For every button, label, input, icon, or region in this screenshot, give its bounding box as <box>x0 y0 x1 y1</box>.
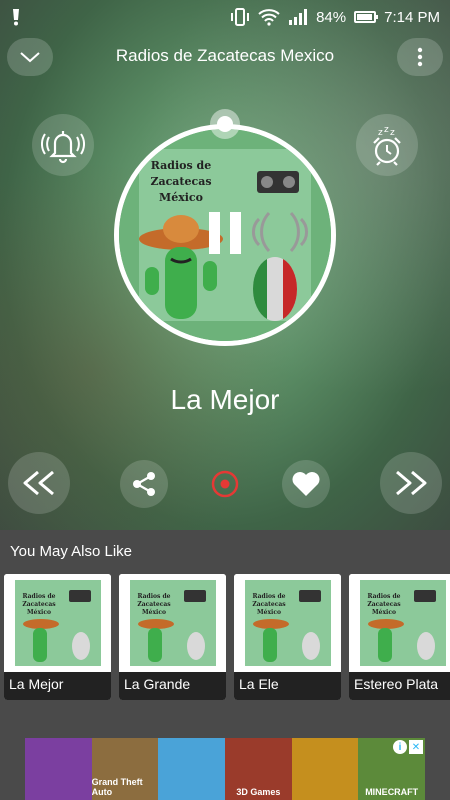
station-thumbnail: Radios de Zacatecas México <box>234 574 341 672</box>
wifi-icon <box>258 8 280 26</box>
svg-text:z: z <box>390 128 395 138</box>
previous-station-button[interactable] <box>8 452 70 514</box>
pause-bar-left <box>209 212 220 254</box>
record-icon <box>211 470 239 498</box>
station-card[interactable]: Radios de Zacatecas México Estereo Plata <box>349 574 450 700</box>
next-station-button[interactable] <box>380 452 442 514</box>
pause-bar-right <box>230 212 241 254</box>
chevron-down-icon <box>20 52 40 63</box>
record-button[interactable] <box>201 460 249 508</box>
ad-tile <box>291 738 359 800</box>
station-card[interactable]: Radios de Zacatecas México La Ele <box>234 574 341 700</box>
ad-tile: Grand Theft Auto <box>91 738 159 800</box>
station-card[interactable]: Radios de Zacatecas México La Mejor <box>4 574 111 700</box>
ad-area: Grand Theft Auto 3D Games MINECRAFT i ✕ <box>0 730 450 800</box>
svg-text:Radios de: Radios de <box>252 593 285 600</box>
svg-text:z: z <box>378 128 383 138</box>
notification-bell-button[interactable] <box>32 114 94 176</box>
station-thumbnail: Radios de Zacatecas México <box>119 574 226 672</box>
ad-info-icon[interactable]: i <box>393 740 407 754</box>
station-card-label: Estereo Plata <box>349 672 450 700</box>
bell-ring-icon <box>41 131 85 164</box>
recommendations-section: You May Also Like Radios de Zacatecas Méxi… <box>0 530 450 730</box>
svg-text:Radios de: Radios de <box>367 593 400 600</box>
battery-icon <box>354 11 379 23</box>
svg-text:Zacatecas: Zacatecas <box>252 601 286 608</box>
svg-text:Zacatecas: Zacatecas <box>137 601 171 608</box>
svg-text:México: México <box>257 609 281 616</box>
station-card[interactable]: Radios de Zacatecas México La Grande <box>119 574 226 700</box>
heart-icon <box>292 472 320 496</box>
svg-text:Radios de: Radios de <box>22 593 55 600</box>
svg-text:México: México <box>159 191 203 204</box>
collapse-button[interactable] <box>7 38 53 76</box>
station-thumbnail: Radios de Zacatecas México <box>349 574 450 672</box>
svg-text:México: México <box>27 609 51 616</box>
station-thumbnail: Radios de Zacatecas México <box>4 574 111 672</box>
station-card-label: La Grande <box>119 672 226 700</box>
sleep-timer-button[interactable]: z z z <box>356 114 418 176</box>
ad-close-icon[interactable]: ✕ <box>409 740 423 754</box>
favorite-button[interactable] <box>282 460 330 508</box>
svg-text:Zacatecas: Zacatecas <box>150 175 211 188</box>
clock: 7:14 PM <box>384 8 440 26</box>
fast-forward-icon <box>396 470 427 496</box>
top-bar: Radios de Zacatecas Mexico <box>0 38 450 78</box>
status-bar: 84% 7:14 PM <box>0 0 450 34</box>
signal-icon <box>288 9 308 25</box>
rewind-icon <box>23 470 54 496</box>
svg-text:Radios de: Radios de <box>151 159 211 172</box>
vibrate-icon <box>230 8 250 26</box>
ad-tile: 3D Games <box>225 738 292 800</box>
station-card-label: La Mejor <box>4 672 111 700</box>
svg-text:México: México <box>372 609 396 616</box>
battery-percent: 84% <box>316 8 347 26</box>
station-name: La Mejor <box>170 384 280 415</box>
ad-banner[interactable]: Grand Theft Auto 3D Games MINECRAFT i ✕ <box>25 738 426 800</box>
svg-text:Radios de: Radios de <box>137 593 170 600</box>
svg-text:México: México <box>142 609 166 616</box>
notification-icon <box>10 8 22 26</box>
overflow-menu-button[interactable] <box>397 38 443 76</box>
ad-tile <box>158 738 226 800</box>
section-title: You May Also Like <box>10 543 133 560</box>
share-button[interactable] <box>120 460 168 508</box>
share-icon <box>133 472 155 496</box>
recommendation-list: Radios de Zacatecas México La Mejor Radios… <box>4 574 450 700</box>
ad-badge: i ✕ <box>393 740 423 754</box>
sleep-timer-icon: z z z <box>373 125 401 166</box>
station-card-label: La Ele <box>234 672 341 700</box>
svg-text:z: z <box>384 125 389 135</box>
svg-text:Zacatecas: Zacatecas <box>367 601 401 608</box>
pause-button[interactable] <box>203 212 247 256</box>
more-vert-icon <box>417 47 423 67</box>
svg-text:Zacatecas: Zacatecas <box>22 601 56 608</box>
seek-knob[interactable] <box>210 109 240 139</box>
ad-tile <box>25 738 92 800</box>
page-title: Radios de Zacatecas Mexico <box>115 46 335 65</box>
